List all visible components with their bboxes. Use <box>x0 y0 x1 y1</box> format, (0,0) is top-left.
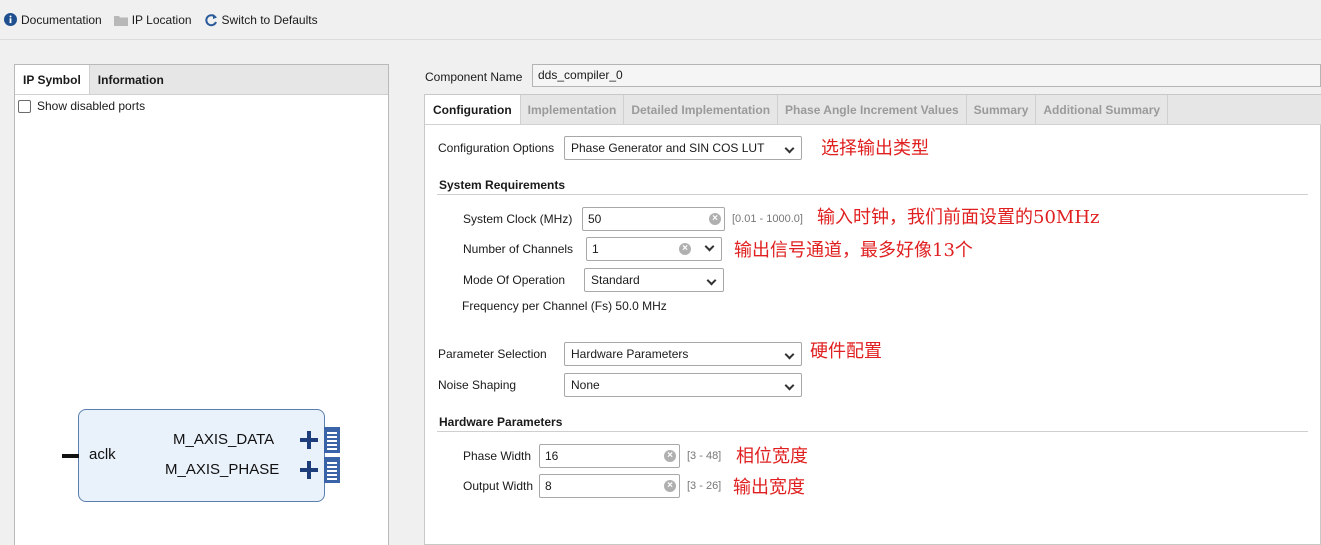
clear-icon[interactable]: × <box>709 213 721 225</box>
output-width-label: Output Width <box>463 479 534 493</box>
ip-location-label: IP Location <box>131 12 192 27</box>
parameter-selection-select[interactable]: Hardware Parameters <box>564 342 802 366</box>
system-clock-value: 50 <box>588 212 602 226</box>
show-disabled-label: Show disabled ports <box>37 99 146 113</box>
noise-shaping-label: Noise Shaping <box>438 378 517 392</box>
show-disabled-checkbox[interactable] <box>18 99 31 113</box>
parameter-selection-value: Hardware Parameters <box>571 347 689 361</box>
m-axis-phase-expand-icon[interactable] <box>300 461 318 479</box>
parameter-selection-label: Parameter Selection <box>438 347 547 361</box>
tab-ip-symbol[interactable]: IP Symbol <box>15 65 90 94</box>
annotation-output: 输出宽度 <box>733 477 805 498</box>
m-axis-data-bus-icon <box>324 427 340 453</box>
noise-shaping-value: None <box>571 378 600 392</box>
show-disabled-ports[interactable]: Show disabled ports <box>18 99 145 113</box>
hardware-parameters-title: Hardware Parameters <box>439 415 563 429</box>
clear-icon[interactable]: × <box>679 243 691 255</box>
m-axis-data-expand-icon[interactable] <box>300 431 318 449</box>
output-width-input[interactable]: 8 <box>539 474 680 498</box>
chevron-down-icon <box>706 275 717 286</box>
system-clock-input[interactable]: 50 <box>582 207 725 231</box>
tab-additional-summary[interactable]: Additional Summary <box>1036 95 1169 124</box>
system-clock-range: [0.01 - 1000.0] <box>732 213 803 225</box>
configuration-options-label: Configuration Options <box>438 141 555 155</box>
aclk-port-label: aclk <box>89 446 116 463</box>
noise-shaping-select[interactable]: None <box>564 373 802 397</box>
phase-width-range: [3 - 48] <box>687 450 722 462</box>
ip-location-button[interactable]: IP Location <box>113 12 192 27</box>
aclk-pin <box>62 454 79 458</box>
number-of-channels-value: 1 <box>592 242 599 256</box>
phase-width-label: Phase Width <box>463 449 532 463</box>
mode-of-operation-select[interactable]: Standard <box>584 268 724 292</box>
output-width-range: [3 - 26] <box>687 480 722 492</box>
clear-icon[interactable]: × <box>664 450 676 462</box>
phase-width-input[interactable]: 16 <box>539 444 680 468</box>
left-tabs: IP Symbol Information <box>15 65 388 95</box>
chevron-down-icon <box>784 143 795 154</box>
ip-symbol-panel: IP Symbol Information Show disabled port… <box>14 64 389 545</box>
tab-information[interactable]: Information <box>90 65 172 94</box>
annotation-channels: 输出信号通道，最多好像13个 <box>734 240 973 261</box>
tab-detailed-implementation[interactable]: Detailed Implementation <box>624 95 779 124</box>
m-axis-data-port-label: M_AXIS_DATA <box>173 431 275 448</box>
switch-defaults-button[interactable]: Switch to Defaults <box>204 13 318 27</box>
chevron-down-icon <box>784 380 795 391</box>
m-axis-phase-bus-icon <box>324 457 340 483</box>
tab-implementation[interactable]: Implementation <box>521 95 625 124</box>
toolbar: Documentation IP Location Switch to Defa… <box>0 0 1321 40</box>
chevron-down-icon <box>784 349 795 360</box>
phase-width-value: 16 <box>545 449 559 463</box>
documentation-button[interactable]: Documentation <box>4 13 102 27</box>
documentation-label: Documentation <box>21 12 102 27</box>
number-of-channels-label: Number of Channels <box>463 242 574 256</box>
folder-icon <box>113 15 128 26</box>
refresh-icon <box>204 13 217 26</box>
tab-phase-angle-increment-values[interactable]: Phase Angle Increment Values <box>778 95 967 124</box>
switch-defaults-label: Switch to Defaults <box>221 12 318 27</box>
mode-of-operation-label: Mode Of Operation <box>463 273 566 287</box>
configuration-options-select[interactable]: Phase Generator and SIN COS LUT <box>564 136 802 160</box>
annotation-phase: 相位宽度 <box>736 446 808 467</box>
section-divider <box>437 194 1308 195</box>
annotation-clock: 输入时钟，我们前面设置的50MHz <box>817 207 1100 228</box>
configuration-options-value: Phase Generator and SIN COS LUT <box>571 141 765 155</box>
component-name-label: Component Name <box>425 70 523 84</box>
m-axis-phase-port-label: M_AXIS_PHASE <box>165 461 280 478</box>
component-name-input[interactable]: dds_compiler_0 <box>532 64 1321 87</box>
system-clock-label: System Clock (MHz) <box>463 212 573 226</box>
mode-of-operation-value: Standard <box>591 273 640 287</box>
section-divider <box>437 431 1308 432</box>
annotation-config: 选择输出类型 <box>821 138 929 159</box>
tab-summary[interactable]: Summary <box>967 95 1037 124</box>
number-of-channels-select[interactable]: 1 <box>586 237 722 261</box>
info-icon <box>4 13 17 26</box>
frequency-per-channel-text: Frequency per Channel (Fs) 50.0 MHz <box>462 299 667 313</box>
config-area: Component Name dds_compiler_0 Configurat… <box>406 40 1321 545</box>
clear-icon[interactable]: × <box>664 480 676 492</box>
configuration-panel: Configuration Implementation Detailed Im… <box>424 94 1321 545</box>
annotation-hardware: 硬件配置 <box>810 341 882 362</box>
system-requirements-title: System Requirements <box>439 178 566 192</box>
tab-configuration[interactable]: Configuration <box>425 95 521 124</box>
config-tabs: Configuration Implementation Detailed Im… <box>425 95 1321 125</box>
output-width-value: 8 <box>545 479 552 493</box>
